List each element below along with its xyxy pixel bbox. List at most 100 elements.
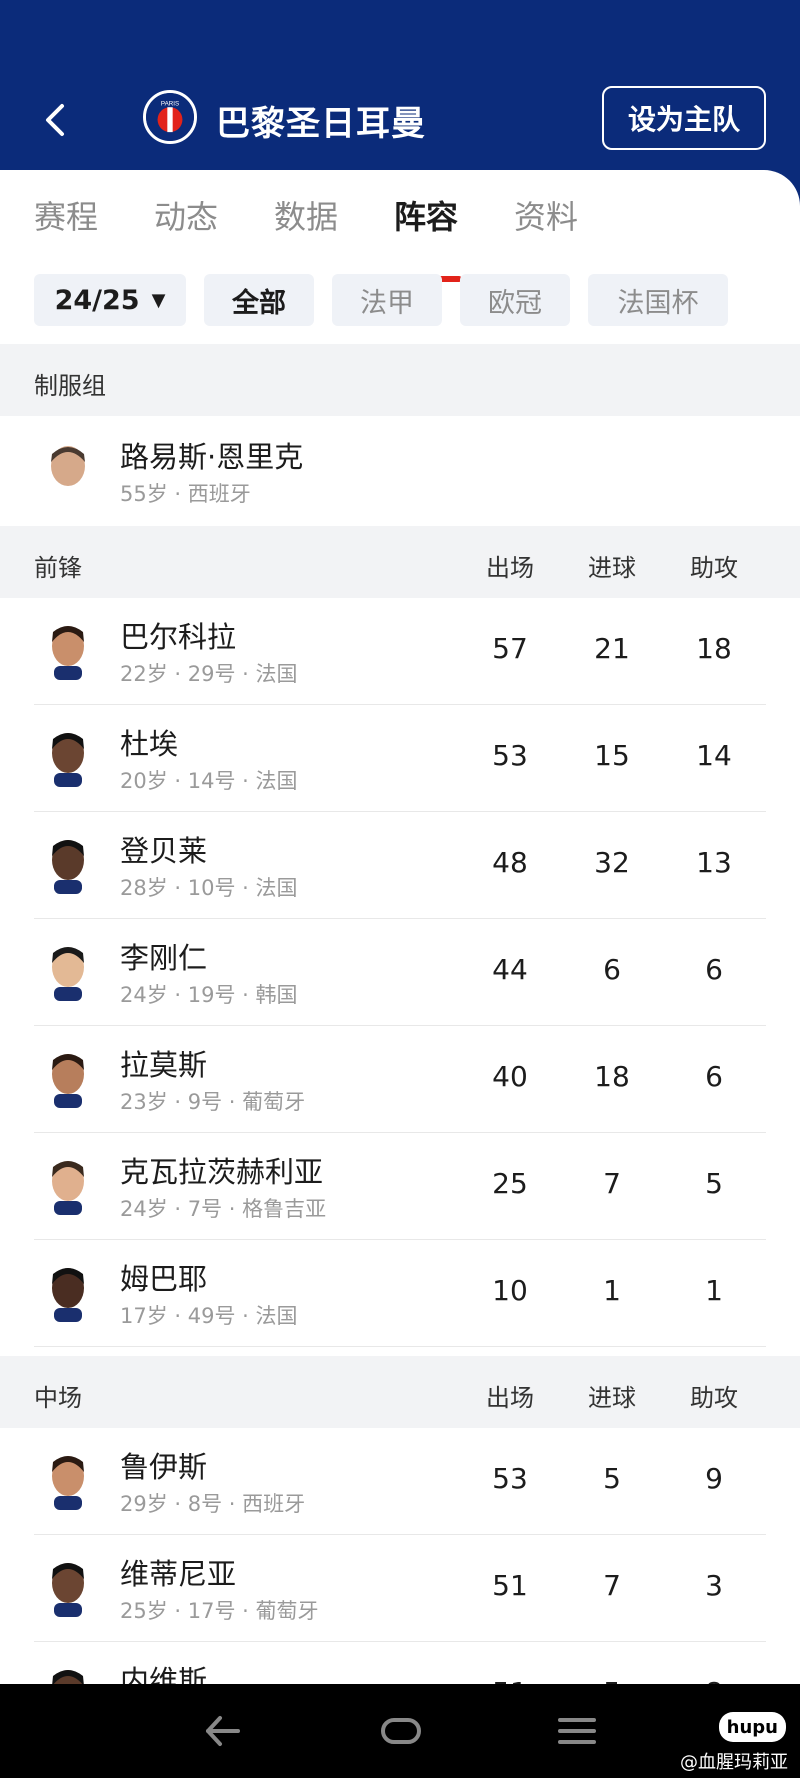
filter-all[interactable]: 全部 bbox=[204, 274, 314, 326]
stat-goals: 5 bbox=[572, 1676, 652, 1684]
stat-apps: 51 bbox=[492, 1569, 528, 1602]
watermark: @血腥玛莉亚 bbox=[680, 1752, 788, 1773]
stat-goals: 15 bbox=[594, 739, 630, 772]
player-name: 克瓦拉茨赫利亚 bbox=[120, 1155, 324, 1189]
player-meta: 23岁 · 9号 · 葡萄牙 bbox=[120, 1090, 306, 1114]
header-bar: PARIS 巴黎圣日耳曼 设为主队 bbox=[0, 82, 800, 158]
stat-goals: 5 bbox=[603, 1462, 621, 1495]
player-meta: 17岁 · 49号 · 法国 bbox=[120, 1304, 298, 1328]
row-divider bbox=[34, 1346, 766, 1347]
player-name: 维蒂尼亚 bbox=[120, 1557, 237, 1591]
player-row[interactable]: 巴尔科拉 22岁 · 29号 · 法国 57 21 18 bbox=[0, 598, 800, 705]
nav-recents-button[interactable] bbox=[552, 1708, 602, 1754]
player-row[interactable]: 克瓦拉茨赫利亚 24岁 · 7号 · 格鲁吉亚 25 7 5 bbox=[0, 1133, 800, 1240]
player-avatar bbox=[44, 1048, 92, 1108]
player-avatar bbox=[44, 620, 92, 680]
stat-goals: 7 bbox=[603, 1569, 621, 1602]
player-row[interactable]: 鲁伊斯 29岁 · 8号 · 西班牙 53 5 9 bbox=[0, 1428, 800, 1535]
col-assists: 助攻 bbox=[690, 1384, 738, 1412]
player-meta: 29岁 · 8号 · 西班牙 bbox=[120, 1492, 306, 1516]
stat-goals: 32 bbox=[594, 846, 630, 879]
col-apps: 出场 bbox=[486, 554, 534, 582]
system-nav-bar: hupu @血腥玛莉亚 bbox=[0, 1684, 800, 1778]
player-meta: 25岁 · 17号 · 葡萄牙 bbox=[120, 1599, 319, 1623]
caret-down-icon: ▼ bbox=[151, 289, 166, 311]
player-name: 鲁伊斯 bbox=[120, 1450, 208, 1484]
player-meta: 55岁 · 西班牙 bbox=[120, 482, 251, 506]
section-title: 制服组 bbox=[34, 372, 106, 400]
stat-assists: 9 bbox=[705, 1462, 723, 1495]
stat-assists: 6 bbox=[705, 953, 723, 986]
stat-apps: 57 bbox=[492, 632, 528, 665]
filter-ucl[interactable]: 欧冠 bbox=[460, 274, 570, 326]
back-arrow-icon bbox=[46, 104, 64, 136]
section-header-forwards: 前锋 出场 进球 助攻 bbox=[0, 526, 800, 598]
team-name: 巴黎圣日耳曼 bbox=[216, 104, 426, 144]
set-home-team-button[interactable]: 设为主队 bbox=[602, 86, 766, 150]
tab-info[interactable]: 资料 bbox=[514, 192, 578, 238]
player-name: 姆巴耶 bbox=[120, 1262, 208, 1296]
col-apps: 出场 bbox=[486, 1384, 534, 1412]
stat-assists: 5 bbox=[705, 1167, 723, 1200]
tab-squad[interactable]: 阵容 bbox=[394, 192, 458, 238]
stat-goals: 21 bbox=[594, 632, 630, 665]
coach-avatar bbox=[44, 442, 92, 502]
logo-text: PARIS bbox=[161, 100, 179, 107]
stat-apps: 51 bbox=[470, 1676, 550, 1684]
stat-assists: 3 bbox=[705, 1569, 723, 1602]
tab-schedule[interactable]: 赛程 bbox=[34, 192, 98, 238]
stat-assists: 1 bbox=[705, 1274, 723, 1307]
player-meta: 22岁 · 29号 · 法国 bbox=[120, 662, 298, 686]
stat-apps: 10 bbox=[492, 1274, 528, 1307]
player-row[interactable]: 拉莫斯 23岁 · 9号 · 葡萄牙 40 18 6 bbox=[0, 1026, 800, 1133]
player-avatar bbox=[44, 1155, 92, 1215]
player-avatar bbox=[44, 727, 92, 787]
content-panel: 赛程 动态 数据 阵容 资料 24/25 ▼ 全部 法甲 欧冠 法国杯 制服组 … bbox=[0, 170, 800, 1684]
player-avatar bbox=[44, 1262, 92, 1322]
stat-apps: 48 bbox=[492, 846, 528, 879]
player-avatar bbox=[44, 1450, 92, 1510]
tab-news[interactable]: 动态 bbox=[154, 192, 218, 238]
player-name: 路易斯·恩里克 bbox=[120, 440, 304, 474]
nav-back-button[interactable] bbox=[198, 1708, 248, 1754]
stat-apps: 40 bbox=[492, 1060, 528, 1093]
player-row[interactable]: 登贝莱 28岁 · 10号 · 法国 48 32 13 bbox=[0, 812, 800, 919]
player-row[interactable]: 杜埃 20岁 · 14号 · 法国 53 15 14 bbox=[0, 705, 800, 812]
player-avatar bbox=[44, 941, 92, 1001]
player-row[interactable]: 李刚仁 24岁 · 19号 · 韩国 44 6 6 bbox=[0, 919, 800, 1026]
nav-home-button[interactable] bbox=[376, 1708, 426, 1754]
season-selector[interactable]: 24/25 ▼ bbox=[34, 274, 186, 326]
back-button[interactable] bbox=[36, 100, 76, 140]
stat-assists: 14 bbox=[696, 739, 732, 772]
filter-coupe-de-france[interactable]: 法国杯 bbox=[588, 274, 728, 326]
player-name: 杜埃 bbox=[120, 727, 179, 761]
player-name: 拉莫斯 bbox=[120, 1048, 208, 1082]
player-name: 巴尔科拉 bbox=[120, 620, 237, 654]
coach-row[interactable]: 路易斯·恩里克 55岁 · 西班牙 bbox=[0, 416, 800, 526]
section-header-staff: 制服组 bbox=[0, 344, 800, 416]
stat-goals: 18 bbox=[594, 1060, 630, 1093]
stat-goals: 1 bbox=[603, 1274, 621, 1307]
filter-bar: 24/25 ▼ 全部 法甲 欧冠 法国杯 bbox=[34, 274, 774, 330]
stat-goals: 7 bbox=[603, 1167, 621, 1200]
col-assists: 助攻 bbox=[690, 554, 738, 582]
player-name: 内维斯 bbox=[120, 1664, 208, 1684]
hupu-logo: hupu bbox=[718, 1712, 786, 1742]
section-title: 中场 bbox=[34, 1384, 82, 1412]
team-logo: PARIS bbox=[143, 90, 197, 144]
player-meta: 24岁 · 7号 · 格鲁吉亚 bbox=[120, 1197, 327, 1221]
stat-assists: 18 bbox=[696, 632, 732, 665]
player-meta: 24岁 · 19号 · 韩国 bbox=[120, 983, 298, 1007]
player-avatar bbox=[44, 834, 92, 894]
section-title: 前锋 bbox=[34, 554, 82, 582]
player-row[interactable]: 维蒂尼亚 25岁 · 17号 · 葡萄牙 51 7 3 bbox=[0, 1535, 800, 1642]
filter-ligue1[interactable]: 法甲 bbox=[332, 274, 442, 326]
stat-assists: 8 bbox=[674, 1676, 754, 1684]
player-row[interactable]: 姆巴耶 17岁 · 49号 · 法国 10 1 1 bbox=[0, 1240, 800, 1347]
player-avatar bbox=[44, 1557, 92, 1617]
stat-assists: 6 bbox=[705, 1060, 723, 1093]
stat-apps: 53 bbox=[492, 1462, 528, 1495]
tab-stats[interactable]: 数据 bbox=[274, 192, 338, 238]
player-name: 李刚仁 bbox=[120, 941, 208, 975]
player-row[interactable]: 内维斯 51 5 8 bbox=[0, 1642, 800, 1684]
